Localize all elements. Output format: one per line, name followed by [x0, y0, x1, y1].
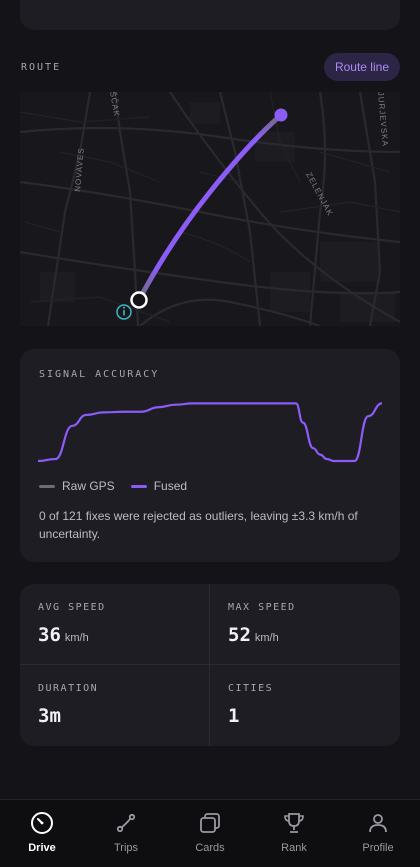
- stat-label: DURATION: [38, 683, 99, 694]
- top-summary-card: [20, 0, 400, 30]
- chart-legend: Raw GPS Fused: [39, 479, 203, 493]
- legend-swatch-raw-gps: [39, 484, 55, 488]
- app-screen: ROUTE Route line NOVAVES ŠČAK ZELENJAK J…: [0, 0, 420, 867]
- stat-number: 3m: [38, 705, 61, 727]
- stat-value: 3m: [38, 705, 61, 727]
- nav-label: Trips: [113, 842, 139, 854]
- legend-label-fused: Fused: [153, 479, 188, 493]
- nav-item-drive[interactable]: Drive: [0, 800, 84, 867]
- nav-label: Drive: [28, 842, 56, 854]
- stat-unit: km/h: [254, 632, 279, 644]
- legend-fused: Fused: [130, 479, 188, 493]
- legend-label-raw-gps: Raw GPS: [62, 479, 115, 493]
- nav-item-cards[interactable]: Cards: [168, 800, 252, 867]
- route-start-marker: [130, 291, 148, 309]
- stat-avg-speed: AVG SPEED 36 km/h: [20, 584, 210, 665]
- route-line-button[interactable]: Route line: [323, 53, 400, 81]
- route-section-label: ROUTE: [21, 62, 62, 73]
- route-icon: [116, 813, 136, 833]
- signal-accuracy-card: SIGNAL ACCURACY Raw GPS Fused 0 of 121 f…: [20, 349, 400, 562]
- stat-number: 36: [38, 624, 61, 646]
- stat-max-speed: MAX SPEED 52 km/h: [210, 584, 400, 665]
- stat-value: 1: [228, 705, 239, 727]
- trophy-icon: [284, 813, 304, 833]
- stat-number: 1: [228, 705, 240, 727]
- stat-label: CITIES: [228, 683, 274, 694]
- stat-value: 36 km/h: [38, 624, 89, 646]
- stat-number: 52: [228, 624, 251, 646]
- stat-duration: DURATION 3m: [20, 665, 210, 746]
- series-line-fused: [37, 402, 383, 463]
- nav-item-rank[interactable]: Rank: [252, 800, 336, 867]
- gauge-icon: [31, 812, 53, 834]
- stat-value: 52 km/h: [228, 624, 279, 646]
- bottom-navigation: Drive Trips Cards Rank Profile: [0, 799, 420, 867]
- legend-raw-gps: Raw GPS: [39, 479, 115, 493]
- user-icon: [369, 814, 387, 833]
- cards-icon: [200, 813, 220, 833]
- route-end-marker: [274, 108, 288, 122]
- nav-label: Rank: [281, 842, 307, 854]
- route-map[interactable]: NOVAVES ŠČAK ZELENJAK JURJEVSKA: [20, 92, 400, 326]
- signal-accuracy-note: 0 of 121 fixes were rejected as outliers…: [39, 509, 358, 541]
- stat-label: MAX SPEED: [228, 602, 296, 613]
- map-canvas: NOVAVES ŠČAK ZELENJAK JURJEVSKA: [20, 92, 400, 326]
- signal-accuracy-chart: [37, 402, 383, 463]
- stat-label: AVG SPEED: [38, 602, 106, 613]
- nav-label: Profile: [362, 842, 394, 854]
- stat-cities: CITIES 1: [210, 665, 400, 746]
- nav-item-trips[interactable]: Trips: [84, 800, 168, 867]
- nav-item-profile[interactable]: Profile: [336, 800, 420, 867]
- trip-stats-card: AVG SPEED 36 km/h MAX SPEED 52 km/h DURATI…: [20, 584, 400, 746]
- nav-label: Cards: [195, 842, 225, 854]
- stat-unit: km/h: [64, 632, 89, 644]
- legend-swatch-fused: [130, 484, 147, 488]
